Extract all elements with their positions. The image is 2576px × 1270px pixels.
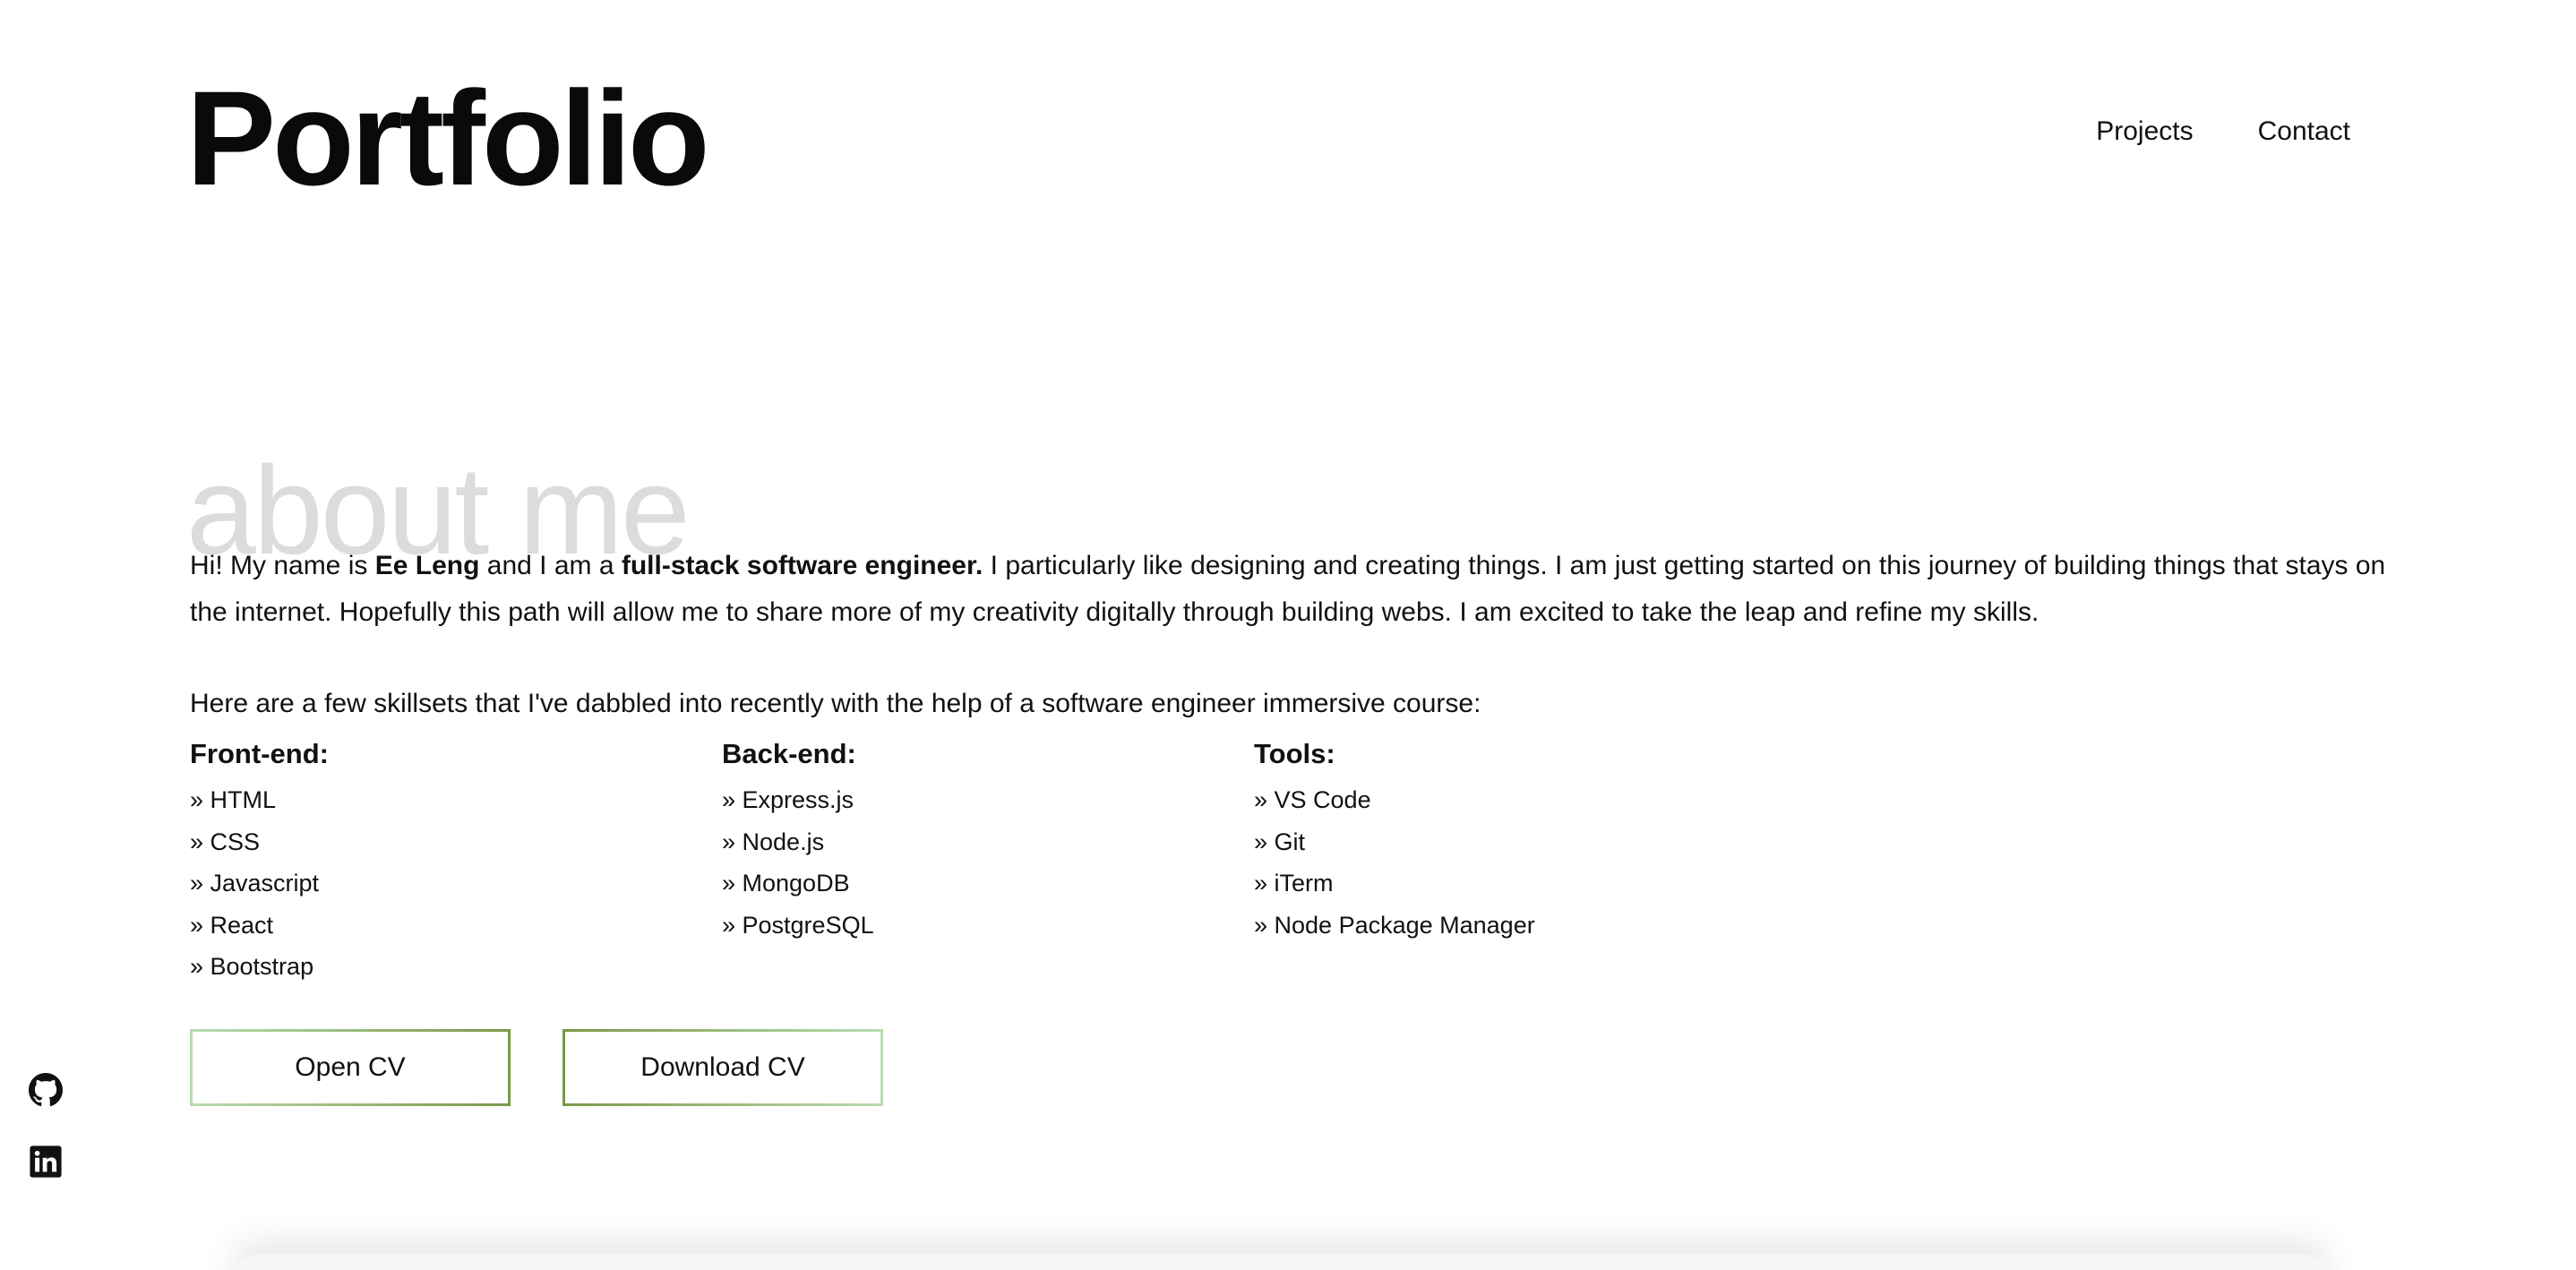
skill-item: » Bootstrap — [190, 953, 314, 980]
skill-column-tools: Tools: » VS Code » Git » iTerm » Node Pa… — [1254, 733, 1786, 988]
intro-role: full-stack software engineer. — [621, 551, 983, 580]
skill-item: » MongoDB — [722, 870, 850, 897]
skills-grid: Front-end: » HTML » CSS » Javascript » R… — [190, 733, 2393, 988]
social-links — [29, 1073, 63, 1179]
intro-text-2: and I am a — [479, 551, 622, 580]
open-cv-button[interactable]: Open CV — [190, 1028, 511, 1106]
skill-column-backend: Back-end: » Express.js » Node.js » Mongo… — [722, 733, 1254, 988]
skills-intro: Here are a few skillsets that I've dabbl… — [190, 689, 1481, 718]
skill-column-frontend: Front-end: » HTML » CSS » Javascript » R… — [190, 733, 722, 988]
skill-item: » iTerm — [1254, 870, 1334, 897]
main-nav: Projects Contact — [2096, 116, 2350, 147]
skill-item: » React — [190, 911, 274, 939]
skill-item: » VS Code — [1254, 786, 1371, 813]
linkedin-icon-graphic — [30, 1146, 62, 1178]
nav-link-contact[interactable]: Contact — [2258, 116, 2350, 147]
skill-item: » HTML — [190, 786, 277, 813]
skill-item: » CSS — [190, 828, 261, 855]
linkedin-icon[interactable] — [29, 1145, 63, 1179]
page: Portfolio Projects Contact about me Hi! … — [0, 0, 2576, 1270]
nav-link-projects[interactable]: Projects — [2096, 116, 2193, 147]
about-section: Hi! My name is Ee Leng and I am a full-s… — [190, 543, 2393, 1106]
skill-item: » Javascript — [190, 870, 320, 897]
intro-paragraph: Hi! My name is Ee Leng and I am a full-s… — [190, 543, 2393, 636]
skill-item: » Node.js — [722, 828, 825, 855]
skill-list: » Express.js » Node.js » MongoDB » Postg… — [722, 779, 1254, 946]
skill-item: » Express.js — [722, 786, 854, 813]
github-icon-graphic — [29, 1073, 63, 1107]
skill-item: » PostgreSQL — [722, 911, 874, 939]
skill-list: » HTML » CSS » Javascript » React » Boot… — [190, 779, 722, 988]
skill-column-title: Front-end: — [190, 738, 329, 769]
skill-item: » Node Package Manager — [1254, 911, 1535, 939]
skill-column-title: Back-end: — [722, 738, 856, 769]
next-section-card-edge — [233, 1254, 2329, 1270]
github-icon[interactable] — [29, 1073, 63, 1107]
skill-list: » VS Code » Git » iTerm » Node Package M… — [1254, 779, 1786, 946]
intro-name: Ee Leng — [374, 551, 480, 580]
skill-column-title: Tools: — [1254, 738, 1335, 769]
intro-text-1: Hi! My name is — [190, 551, 375, 580]
cv-buttons: Open CV Download CV — [190, 1028, 2393, 1106]
site-title[interactable]: Portfolio — [186, 64, 710, 212]
skill-item: » Git — [1254, 828, 1306, 855]
download-cv-button[interactable]: Download CV — [562, 1028, 883, 1106]
